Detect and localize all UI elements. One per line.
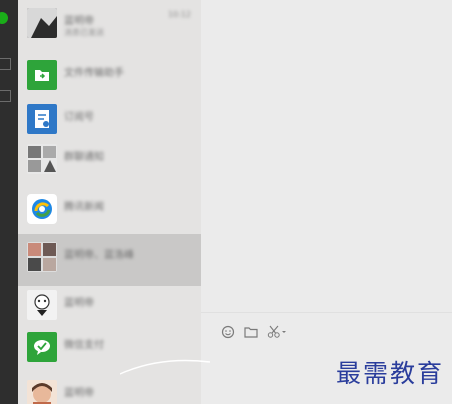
chat-item[interactable]: 群聊通知 bbox=[18, 136, 201, 188]
contacts-icon[interactable] bbox=[0, 58, 11, 70]
chat-name: 微信支付 bbox=[64, 340, 104, 351]
chat-item[interactable]: 蓝明帝 消息已发送 10:12 bbox=[18, 0, 201, 52]
emoji-icon[interactable] bbox=[221, 325, 235, 339]
watermark: 最需教育 bbox=[335, 359, 444, 388]
photo-avatar-icon bbox=[27, 8, 57, 38]
chat-tab-icon[interactable] bbox=[0, 12, 8, 24]
chat-name: 腾讯新闻 bbox=[64, 202, 104, 213]
group-avatar-icon bbox=[27, 144, 57, 174]
chat-time: 10:12 bbox=[167, 10, 191, 19]
chat-name: 群聊通知 bbox=[64, 152, 104, 163]
composer-divider bbox=[201, 312, 452, 313]
wechat-pay-icon bbox=[27, 332, 57, 362]
chat-preview: 消息已发送 bbox=[64, 28, 104, 37]
app-sidebar bbox=[0, 0, 18, 404]
chat-list: 蓝明帝 消息已发送 10:12 文件传输助手 订阅号 群聊通知 腾讯新闻 蓝明帝… bbox=[18, 0, 201, 404]
folder-icon[interactable] bbox=[244, 325, 258, 339]
chat-name: 蓝明帝 bbox=[64, 388, 94, 399]
favorites-icon[interactable] bbox=[0, 90, 11, 102]
scissors-icon[interactable] bbox=[267, 325, 287, 339]
chat-item[interactable]: 腾讯新闻 bbox=[18, 186, 201, 238]
portrait-avatar-icon bbox=[27, 380, 57, 404]
chat-name: 蓝明帝、蓝洛峰 bbox=[64, 250, 134, 261]
group-photo-icon bbox=[27, 242, 57, 272]
chat-name: 蓝明帝 bbox=[64, 298, 94, 309]
chat-name: 文件传输助手 bbox=[64, 68, 124, 79]
chat-item[interactable]: 蓝明帝 bbox=[18, 372, 201, 404]
chat-item-selected[interactable]: 蓝明帝、蓝洛峰 bbox=[18, 234, 201, 286]
subscription-icon bbox=[27, 104, 57, 134]
decorative-curve bbox=[120, 359, 210, 375]
tencent-news-icon bbox=[27, 194, 57, 224]
chat-name: 蓝明帝 bbox=[64, 16, 94, 27]
chat-name: 订阅号 bbox=[64, 112, 94, 123]
chat-pane bbox=[201, 0, 452, 404]
file-transfer-icon bbox=[27, 60, 57, 90]
sticker-avatar-icon bbox=[27, 290, 57, 320]
